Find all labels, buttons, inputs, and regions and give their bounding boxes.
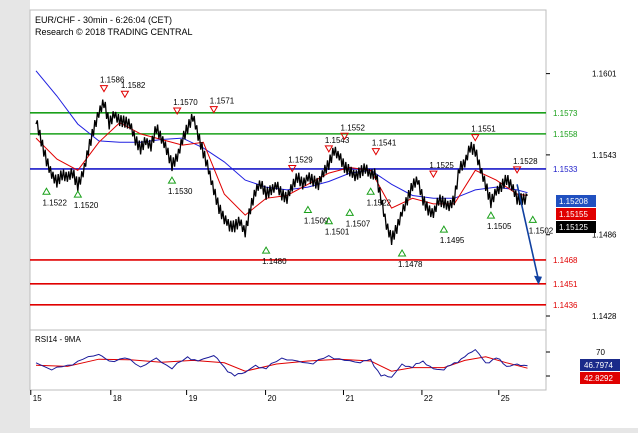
time-axis-label: 21 [345,394,354,403]
time-axis-background [30,390,546,428]
price-axis-label: 1.1428 [592,312,617,321]
time-axis-label: 25 [501,394,510,403]
chart-header-line2: Research © 2018 TRADING CENTRAL [35,27,193,37]
price-tag-value: 1.15125 [559,223,588,232]
swing-low-label: 1.1495 [440,236,465,245]
swing-high-label: 1.1525 [429,161,454,170]
time-axis-label: 22 [424,394,433,403]
swing-high-label: 1.1541 [372,139,397,148]
level-label: 1.1533 [553,165,578,174]
level-label: 1.1573 [553,109,578,118]
chart-frame: EUR/CHF - 30min - 6:26:04 (CET) Research… [0,0,638,428]
time-axis-label: 15 [33,394,42,403]
swing-high-label: 1.1528 [513,157,538,166]
time-axis-label: 19 [189,394,198,403]
swing-low-label: 1.1530 [168,187,193,196]
level-label: 1.1436 [553,301,578,310]
swing-low-label: 1.1502 [529,226,554,235]
rsi-label: RSI14 - 9MA [35,335,81,344]
swing-low-label: 1.1480 [262,257,287,266]
swing-low-label: 1.1522 [367,198,392,207]
level-label: 1.1451 [553,280,578,289]
chart-header-line1: EUR/CHF - 30min - 6:26:04 (CET) [35,15,172,25]
level-label: 1.1558 [553,130,578,139]
swing-high-label: 1.1570 [173,98,198,107]
swing-high-label: 1.1551 [471,125,496,134]
swing-low-label: 1.1478 [398,260,423,269]
swing-low-label: 1.1501 [325,228,350,237]
swing-low-label: 1.1522 [42,198,67,207]
level-label: 1.1468 [553,256,578,265]
price-tag-value: 1.15155 [559,210,588,219]
time-axis-label: 20 [268,394,277,403]
rsi-value: 46.7974 [584,361,613,370]
swing-high-label: 1.1582 [121,81,146,90]
time-axis-label: 18 [113,394,122,403]
price-axis-label: 1.1543 [592,151,617,160]
swing-low-label: 1.1507 [346,219,371,228]
swing-low-label: 1.1505 [487,222,512,231]
swing-low-label: 1.1520 [74,201,99,210]
price-axis-label: 1.1601 [592,70,617,79]
swing-high-label: 1.1571 [210,97,235,106]
swing-high-label: 1.1529 [288,155,313,164]
rsi-axis-label: 70 [596,348,605,357]
rsi-ma-value: 42.8292 [584,374,613,383]
current-price-tags: 1.15208 1.15155 1.15125 [556,195,596,233]
chart-svg: EUR/CHF - 30min - 6:26:04 (CET) Research… [29,0,638,428]
swing-high-label: 1.1552 [341,123,366,132]
price-tag-value: 1.15208 [559,197,588,206]
